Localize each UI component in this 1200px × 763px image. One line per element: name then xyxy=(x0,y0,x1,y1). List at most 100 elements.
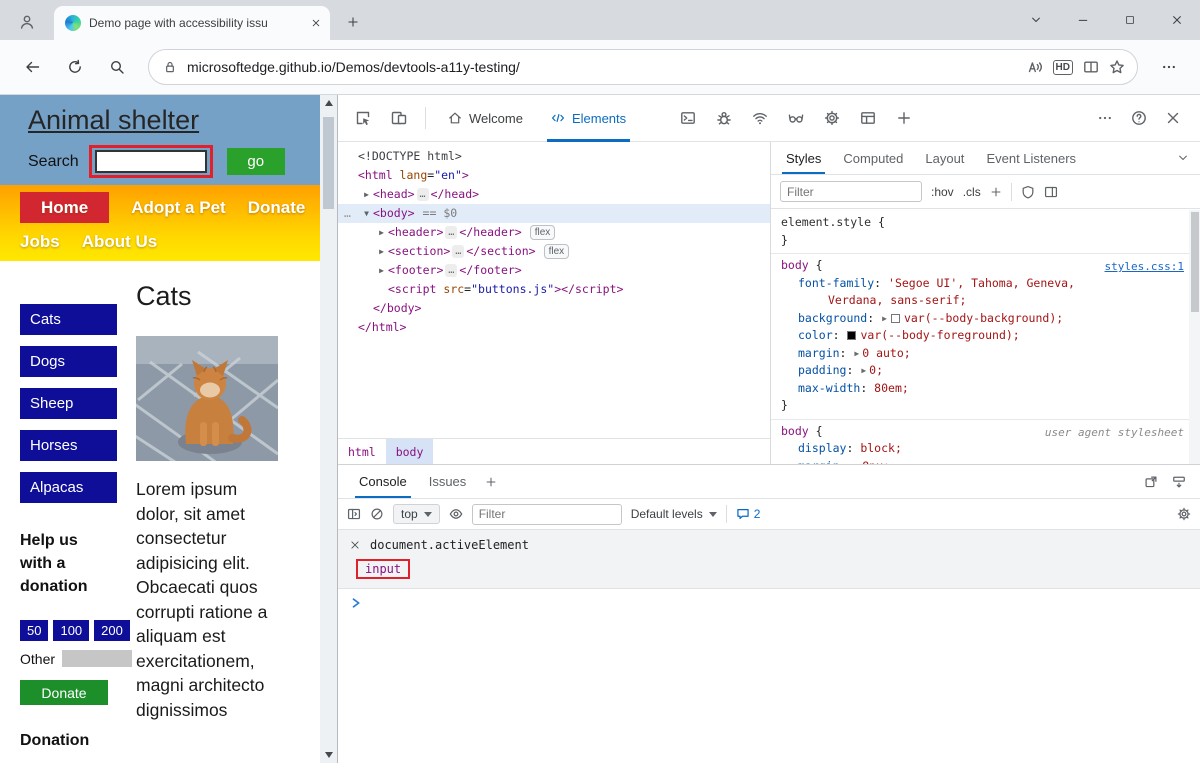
category-button-horses[interactable]: Horses xyxy=(20,430,117,461)
flex-badge[interactable]: flex xyxy=(543,244,570,259)
category-button-alpacas[interactable]: Alpacas xyxy=(20,472,117,503)
color-swatch-icon[interactable] xyxy=(847,331,857,340)
styles-filter-input[interactable] xyxy=(780,181,922,202)
styles-tab-computed[interactable]: Computed xyxy=(832,142,914,174)
new-style-rule-icon[interactable] xyxy=(990,186,1002,198)
rule-selector[interactable]: element.style xyxy=(781,215,871,229)
css-property[interactable]: max-width: 80em; xyxy=(781,380,1176,398)
page-nav-donate[interactable]: Donate xyxy=(248,192,306,223)
clear-console-icon[interactable] xyxy=(370,507,384,521)
console-prompt[interactable] xyxy=(338,589,1200,612)
favorites-button[interactable] xyxy=(1109,59,1125,75)
profile-button[interactable] xyxy=(6,4,48,40)
scroll-up-icon[interactable] xyxy=(324,100,333,106)
css-property[interactable]: padding: ▶ 0; xyxy=(781,362,1176,380)
tree-row[interactable]: <script src="buttons.js"></script> xyxy=(338,280,770,299)
tree-row[interactable]: ▶ <footer>… </footer> xyxy=(338,261,770,280)
css-property[interactable]: font-family: 'Segoe UI', Tahoma, Geneva,… xyxy=(781,275,1176,310)
category-button-cats[interactable]: Cats xyxy=(20,304,117,335)
page-nav-adopt-a-pet[interactable]: Adopt a Pet xyxy=(131,192,225,223)
tab-welcome[interactable]: Welcome xyxy=(435,95,536,142)
console-tab-issues[interactable]: Issues xyxy=(418,465,478,498)
css-property[interactable]: margin: ▶8px; xyxy=(781,458,1176,465)
node-menu-icon[interactable]: … xyxy=(344,204,351,223)
message-count-badge[interactable]: 2 xyxy=(736,507,760,521)
tree-row[interactable]: ▶ <head>… </head> xyxy=(338,185,770,204)
maximize-button[interactable] xyxy=(1106,0,1153,40)
css-property[interactable]: background: ▶ var(--body-background); xyxy=(781,310,1176,328)
new-tab-button[interactable] xyxy=(338,7,368,37)
styles-tab-layout[interactable]: Layout xyxy=(914,142,975,174)
styles-scrollbar[interactable] xyxy=(1189,210,1200,464)
expand-arrow-icon[interactable]: ▶ xyxy=(375,242,388,261)
back-button[interactable] xyxy=(14,50,52,84)
css-property[interactable]: margin: ▶ 0 auto; xyxy=(781,345,1176,363)
pop-out-icon[interactable] xyxy=(1144,475,1158,489)
expand-arrow-icon[interactable]: ▶ xyxy=(375,223,388,242)
inspect-button[interactable] xyxy=(346,103,380,133)
console-tool-button[interactable] xyxy=(671,103,705,133)
close-window-button[interactable] xyxy=(1153,0,1200,40)
go-button[interactable]: go xyxy=(226,148,285,175)
styles-tab-event-listeners[interactable]: Event Listeners xyxy=(975,142,1087,174)
console-filter-input[interactable] xyxy=(471,503,622,525)
search-button[interactable] xyxy=(98,50,136,84)
tree-row[interactable]: ▶ <header>… </header> flex xyxy=(338,223,770,242)
donate-button[interactable]: Donate xyxy=(20,680,108,705)
read-aloud-button[interactable] xyxy=(1027,59,1043,75)
page-nav-home[interactable]: Home xyxy=(20,192,110,223)
debugger-button[interactable] xyxy=(707,103,741,133)
scrollbar-thumb[interactable] xyxy=(323,117,334,209)
category-button-dogs[interactable]: Dogs xyxy=(20,346,117,377)
devtools-help-button[interactable] xyxy=(1122,103,1156,133)
expand-arrow-icon[interactable]: ▶ xyxy=(854,345,859,363)
styles-tab-styles[interactable]: Styles xyxy=(775,142,832,174)
toggle-element-state-button[interactable]: :hov xyxy=(931,185,954,199)
console-tab-console[interactable]: Console xyxy=(348,465,418,498)
devtools-menu-button[interactable] xyxy=(1088,103,1122,133)
amount-button-100[interactable]: 100 xyxy=(53,620,90,641)
page-scrollbar[interactable] xyxy=(320,95,337,763)
scrollbar-thumb[interactable] xyxy=(1190,212,1199,312)
add-console-tab-button[interactable] xyxy=(477,476,505,488)
amount-button-50[interactable]: 50 xyxy=(20,620,49,641)
tree-row[interactable]: … ▼ <body> == $0 xyxy=(338,204,770,223)
scroll-down-icon[interactable] xyxy=(324,752,333,758)
expand-arrow-icon[interactable]: ▶ xyxy=(861,362,866,380)
device-emulation-button[interactable] xyxy=(382,103,416,133)
refresh-button[interactable] xyxy=(56,50,94,84)
css-property[interactable]: display: block; xyxy=(781,440,1176,458)
add-panel-button[interactable] xyxy=(887,103,921,133)
flex-badge[interactable]: flex xyxy=(529,225,556,240)
browser-tab[interactable]: Demo page with accessibility issu xyxy=(54,6,330,40)
breadcrumb-body[interactable]: body xyxy=(385,439,434,464)
color-swatch-icon[interactable] xyxy=(890,313,900,323)
expand-arrow-icon[interactable]: ▼ xyxy=(360,204,373,223)
styles-sidebar-toggle[interactable] xyxy=(1170,152,1196,164)
page-nav-jobs[interactable]: Jobs xyxy=(20,226,60,257)
log-levels-dropdown[interactable]: Default levels xyxy=(631,507,717,521)
tab-elements[interactable]: Elements xyxy=(538,95,639,142)
console-settings-gear-icon[interactable] xyxy=(1177,507,1191,521)
css-property[interactable]: color: var(--body-foreground); xyxy=(781,327,1176,345)
search-input[interactable] xyxy=(94,150,207,173)
tab-close-icon[interactable] xyxy=(311,18,321,28)
tree-row[interactable]: <html lang="en"> xyxy=(338,166,770,185)
console-sidebar-icon[interactable] xyxy=(347,507,361,521)
minimize-button[interactable] xyxy=(1059,0,1106,40)
console-entry[interactable]: document.activeElement input xyxy=(338,530,1200,589)
console-result-highlight-annotation[interactable]: input xyxy=(356,559,411,579)
browser-menu-button[interactable] xyxy=(1150,50,1188,84)
expand-arrow-icon[interactable]: ▶ xyxy=(882,310,887,328)
tree-row[interactable]: ▶ <section>… </section> flex xyxy=(338,242,770,261)
expand-arrow-icon[interactable]: ▶ xyxy=(360,185,373,204)
rule-selector[interactable]: body xyxy=(781,424,809,438)
close-devtools-button[interactable] xyxy=(1156,103,1190,133)
split-screen-button[interactable] xyxy=(1083,59,1099,75)
page-nav-about-us[interactable]: About Us xyxy=(82,226,158,257)
address-bar[interactable]: microsoftedge.github.io/Demos/devtools-a… xyxy=(148,49,1138,85)
rule-selector[interactable]: body xyxy=(781,258,809,272)
settings-tool-button[interactable] xyxy=(815,103,849,133)
stylesheet-link[interactable]: styles.css:1 xyxy=(1105,258,1184,276)
expand-panel-icon[interactable] xyxy=(1172,475,1186,489)
